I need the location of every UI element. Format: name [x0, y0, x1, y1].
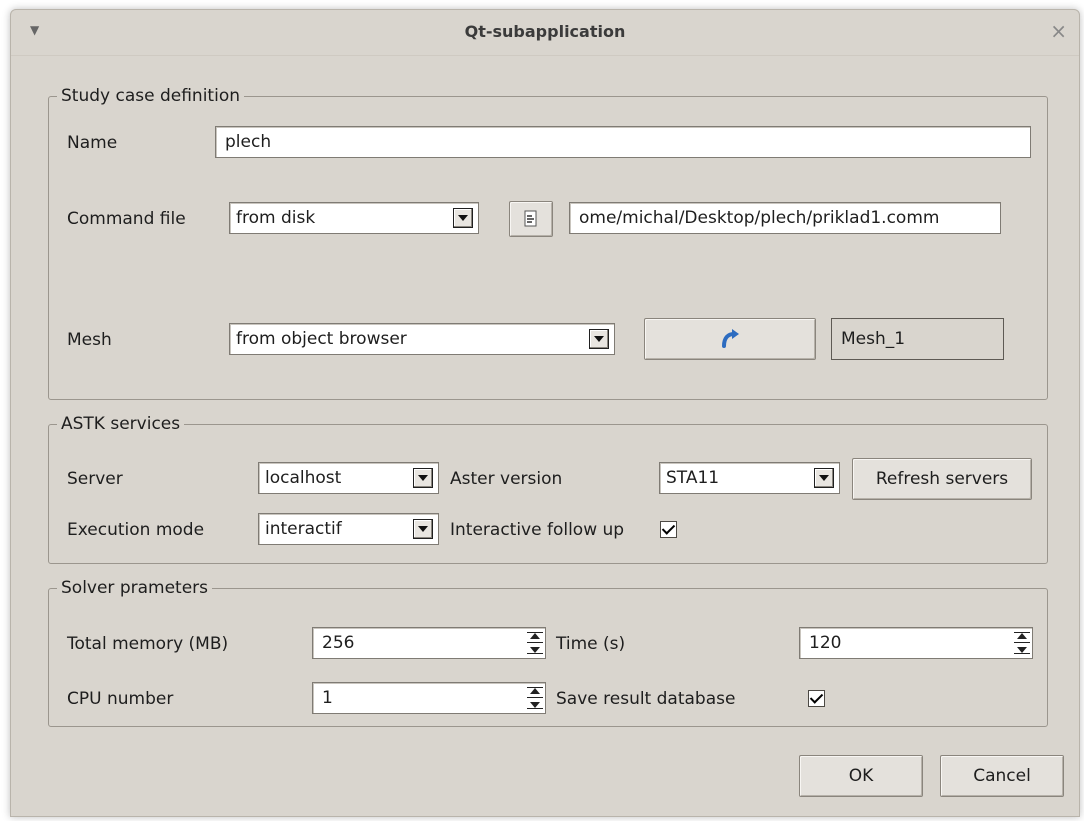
- chevron-down-icon[interactable]: [814, 468, 834, 488]
- cancel-button[interactable]: Cancel: [940, 755, 1064, 797]
- close-icon[interactable]: ×: [1050, 19, 1067, 43]
- cpu-number-value: 1: [322, 688, 333, 708]
- total-memory-value: 256: [322, 633, 355, 653]
- ok-button[interactable]: OK: [799, 755, 923, 797]
- solver-parameters-group: Solver prameters Total memory (MB) 256 T…: [48, 577, 1048, 727]
- browse-file-button[interactable]: [509, 201, 553, 237]
- astk-services-group-title: ASTK services: [57, 413, 185, 435]
- spin-arrows-icon[interactable]: [1014, 632, 1030, 654]
- dialog-window: ▼ Qt-subapplication × Study case definit…: [10, 9, 1080, 817]
- total-memory-label: Total memory (MB): [67, 634, 229, 654]
- window-title: Qt-subapplication: [464, 22, 626, 41]
- aster-version-label: Aster version: [450, 469, 563, 489]
- command-file-label: Command file: [67, 209, 186, 229]
- study-case-group-title: Study case definition: [57, 85, 244, 107]
- server-select[interactable]: localhost: [258, 462, 439, 494]
- aster-version-select[interactable]: STA11: [659, 462, 840, 494]
- save-result-database-checkbox[interactable]: [808, 690, 825, 707]
- mesh-source-select[interactable]: from object browser: [229, 323, 615, 355]
- file-icon: [524, 210, 537, 227]
- spin-arrows-icon[interactable]: [527, 632, 543, 654]
- save-result-database-label: Save result database: [556, 689, 736, 709]
- total-memory-spinbox[interactable]: 256: [312, 627, 546, 659]
- name-input[interactable]: plech: [215, 126, 1031, 158]
- chevron-down-icon[interactable]: [413, 468, 433, 488]
- mesh-source-value: from object browser: [236, 329, 407, 349]
- server-value: localhost: [265, 468, 342, 488]
- command-file-source-value: from disk: [236, 208, 316, 228]
- select-mesh-button[interactable]: [644, 318, 816, 360]
- command-file-source-select[interactable]: from disk: [229, 202, 479, 234]
- time-label: Time (s): [556, 634, 626, 654]
- server-label: Server: [67, 469, 123, 489]
- interactive-follow-up-label: Interactive follow up: [450, 520, 625, 540]
- aster-version-value: STA11: [666, 468, 720, 488]
- cpu-number-label: CPU number: [67, 689, 174, 709]
- astk-services-group: ASTK services Server localhost Aster ver…: [48, 413, 1048, 564]
- study-case-group: Study case definition Name plech Command…: [48, 85, 1048, 400]
- chevron-down-icon[interactable]: [589, 329, 609, 349]
- solver-parameters-group-title: Solver prameters: [57, 577, 213, 599]
- refresh-servers-button[interactable]: Refresh servers: [852, 458, 1032, 500]
- command-file-path-input[interactable]: ome/michal/Desktop/plech/priklad1.comm: [569, 202, 1001, 234]
- chevron-down-icon[interactable]: [453, 208, 473, 228]
- title-bar[interactable]: ▼ Qt-subapplication ×: [11, 10, 1079, 56]
- interactive-follow-up-checkbox[interactable]: [660, 521, 677, 538]
- cpu-number-spinbox[interactable]: 1: [312, 682, 546, 714]
- time-value: 120: [809, 633, 842, 653]
- time-spinbox[interactable]: 120: [799, 627, 1033, 659]
- execution-mode-label: Execution mode: [67, 520, 205, 540]
- mesh-label: Mesh: [67, 330, 112, 350]
- name-label: Name: [67, 133, 118, 153]
- execution-mode-select[interactable]: interactif: [258, 513, 439, 545]
- spin-arrows-icon[interactable]: [527, 687, 543, 709]
- mesh-name-display: Mesh_1: [831, 318, 1004, 360]
- chevron-down-icon[interactable]: [413, 519, 433, 539]
- execution-mode-value: interactif: [265, 519, 342, 539]
- arrow-select-icon: [722, 329, 739, 348]
